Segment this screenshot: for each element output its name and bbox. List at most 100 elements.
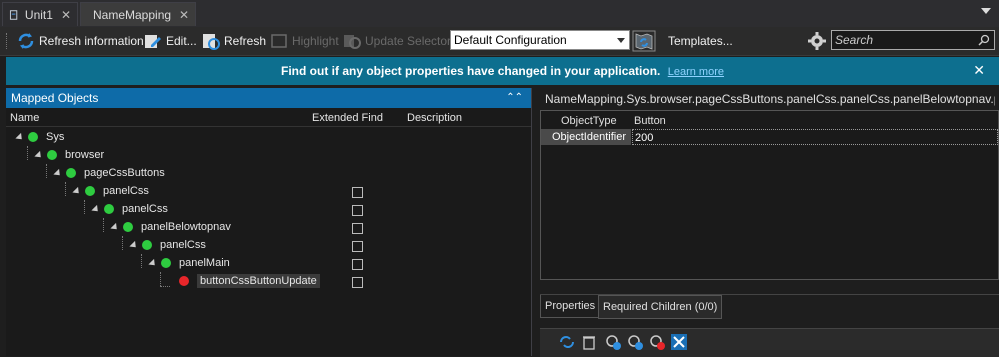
toolbar-grip[interactable] (6, 33, 10, 49)
update-map-button[interactable] (632, 30, 656, 52)
tree-node-buttoncssbuttonupdate[interactable]: buttonCssButtonUpdate (179, 272, 320, 290)
status-ok-icon (104, 204, 114, 214)
unit-document-icon (9, 9, 18, 20)
search-placeholder: Search (835, 33, 874, 47)
column-name[interactable]: Name (10, 112, 39, 124)
map-refresh-icon (632, 30, 656, 52)
property-tabs: Properties Required Children (0/0) (540, 294, 999, 319)
tree-connector (103, 218, 104, 232)
templates-label: Templates... (668, 34, 733, 48)
tree-node-panelcss[interactable]: panelCss (129, 236, 206, 254)
delete-property-icon[interactable] (648, 333, 666, 351)
expand-arrow-icon[interactable] (34, 150, 44, 160)
column-description[interactable]: Description (407, 112, 462, 124)
property-row[interactable]: ObjectIdentifier 200 (541, 129, 998, 145)
tree-node-panelcss[interactable]: panelCss (91, 200, 168, 218)
tree-node-panelcss[interactable]: panelCss (72, 182, 149, 200)
remove-property-icon[interactable] (626, 333, 644, 351)
tree-node-label: Sys (46, 131, 65, 143)
tab-namemapping[interactable]: NameMapping ✕ (80, 2, 196, 26)
close-icon[interactable]: ✕ (973, 62, 985, 79)
search-icon[interactable] (978, 34, 990, 46)
close-icon[interactable]: ✕ (179, 8, 189, 22)
update-selectors-icon (344, 35, 361, 49)
tree-node-label: buttonCssButtonUpdate (197, 274, 320, 288)
property-name: ObjectIdentifier (541, 129, 631, 145)
status-ok-icon (28, 132, 38, 142)
configuration-select[interactable]: Default Configuration (450, 30, 630, 50)
info-banner: Find out if any object properties have c… (6, 57, 999, 85)
status-error-icon (179, 276, 189, 286)
property-value[interactable]: 200 (632, 129, 998, 145)
tab-unit1[interactable]: Unit1 ✕ (2, 2, 78, 26)
refresh-icon[interactable] (558, 333, 576, 351)
close-icon[interactable]: ✕ (61, 8, 71, 22)
extended-find-checkbox[interactable] (352, 223, 363, 234)
add-property-icon[interactable] (604, 333, 622, 351)
tree-node-pagecssbuttons[interactable]: pageCssButtons (53, 164, 165, 182)
update-selectors-button[interactable]: Update Selectors (342, 30, 457, 52)
status-ok-icon (47, 150, 57, 160)
expand-arrow-icon[interactable] (72, 186, 82, 196)
tree-node-panelbelowtopnav[interactable]: panelBelowtopnav (110, 218, 231, 236)
tree-node-label: panelMain (179, 257, 230, 269)
status-ok-icon (66, 168, 76, 178)
refresh-mapping-icon (203, 34, 220, 50)
templates-button[interactable]: Templates... (668, 30, 733, 52)
extended-find-checkbox[interactable] (352, 259, 363, 270)
tab-required-children[interactable]: Required Children (0/0) (598, 295, 723, 319)
search-input[interactable]: Search (831, 30, 995, 50)
mapped-objects-header: Mapped Objects ⌃⌃ (6, 88, 531, 108)
learn-more-link[interactable]: Learn more (668, 66, 724, 78)
tree-node-label: panelCss (103, 185, 149, 197)
edit-button[interactable]: Edit... (143, 30, 197, 52)
banner-message: Find out if any object properties have c… (281, 64, 661, 78)
expand-arrow-icon[interactable] (53, 168, 63, 178)
highlight-button[interactable]: Highlight (269, 30, 339, 52)
tab-properties[interactable]: Properties (540, 295, 601, 318)
extended-find-checkbox[interactable] (352, 277, 363, 288)
panel-title: Mapped Objects (11, 91, 99, 105)
tree-node-label: browser (65, 149, 105, 161)
identification-properties-grid: ObjectType Button ObjectIdentifier 200 (540, 110, 999, 280)
tree-node-label: panelCss (122, 203, 168, 215)
tree-node-label: pageCssButtons (84, 167, 165, 179)
extended-find-checkbox[interactable] (352, 205, 363, 216)
expand-arrow-icon[interactable] (91, 204, 101, 214)
properties-toolbar (540, 328, 999, 357)
tree-node-panelmain[interactable]: panelMain (148, 254, 230, 272)
edit-icon (145, 35, 161, 48)
refresh-information-button[interactable]: Refresh information (16, 30, 144, 52)
expand-arrow-icon[interactable] (110, 222, 120, 232)
trash-icon[interactable] (580, 333, 598, 351)
chevron-down-icon[interactable] (617, 38, 625, 43)
gear-icon (808, 32, 826, 50)
tab-list-dropdown-icon[interactable] (981, 8, 991, 14)
expand-arrow-icon[interactable] (148, 258, 158, 268)
mapped-object-path: NameMapping.Sys.browser.pageCssButtons.p… (545, 92, 995, 106)
refresh-label: Refresh (224, 34, 267, 48)
expand-arrow-icon[interactable] (15, 132, 25, 142)
property-row[interactable]: ObjectType Button (541, 113, 998, 129)
refresh-button[interactable]: Refresh (201, 30, 266, 52)
mapped-objects-panel: Mapped Objects ⌃⌃ Name Extended Find Des… (6, 88, 532, 356)
property-value[interactable]: Button (632, 113, 998, 129)
edit-label: Edit... (166, 34, 197, 48)
refresh-information-label: Refresh information (39, 34, 144, 48)
expand-arrow-icon[interactable] (129, 240, 139, 250)
tree-connector (84, 200, 85, 214)
extended-find-checkbox[interactable] (352, 187, 363, 198)
document-tab-bar: Unit1 ✕ NameMapping ✕ (0, 0, 999, 28)
tree-node-browser[interactable]: browser (34, 146, 105, 164)
expand-all-icon[interactable] (670, 333, 688, 351)
status-ok-icon (142, 240, 152, 250)
extended-find-checkbox[interactable] (352, 241, 363, 252)
column-extended-find[interactable]: Extended Find (312, 112, 383, 124)
tree-node-sys[interactable]: Sys (15, 128, 65, 146)
status-ok-icon (85, 186, 95, 196)
tree-connector (65, 182, 66, 196)
tree-connector (141, 254, 142, 268)
settings-button[interactable] (807, 30, 830, 52)
property-name: ObjectType (561, 115, 617, 127)
collapse-icon[interactable]: ⌃⌃ (506, 88, 523, 108)
